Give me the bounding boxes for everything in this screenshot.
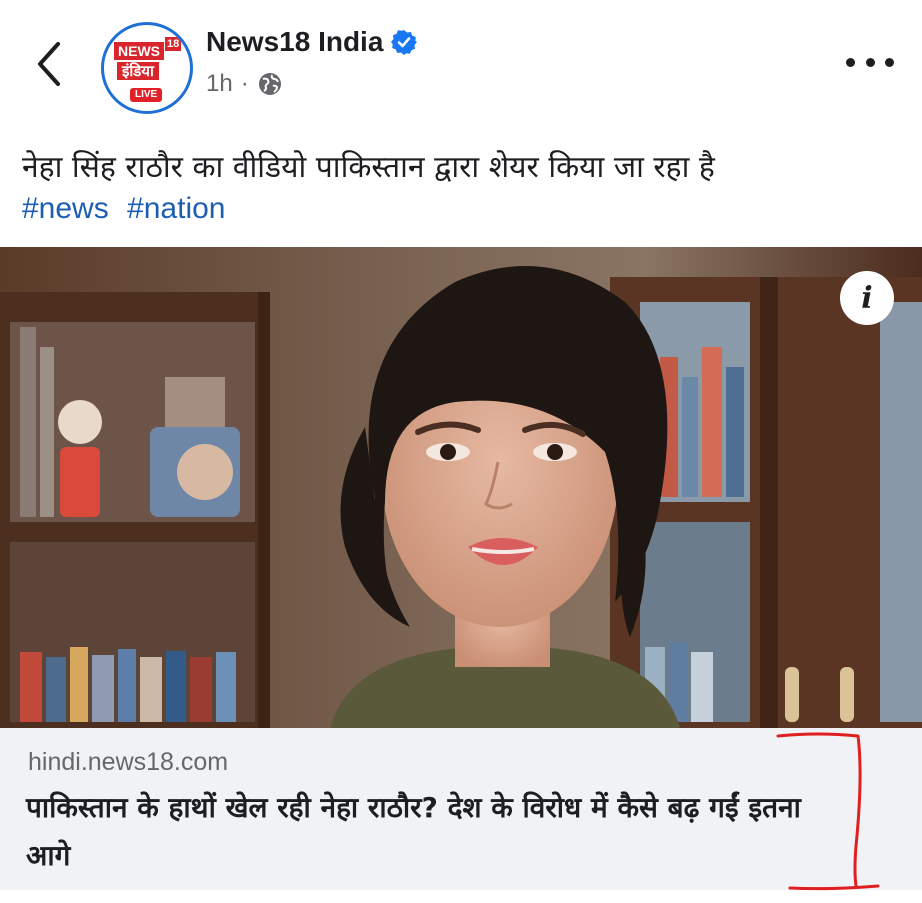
link-title: पाकिस्तान के हाथों खेल रही नेहा राठौर? द… [26,791,801,872]
page-name[interactable]: News18 India [206,26,383,58]
live-badge: LIVE [130,88,163,102]
more-dot [885,57,894,67]
hashtags: #news #nation [22,192,236,226]
post-meta: 1h · [206,70,283,98]
logo-hindi-text: इंडिया [117,62,159,80]
more-dots-icon [846,57,855,67]
link-domain: hindi.news18.com [28,748,229,776]
logo-news-text: NEWS [114,42,164,60]
hashtag-news[interactable]: #news [22,192,109,225]
post-caption: नेहा सिंह राठौर का वीडियो पाकिस्तान द्वा… [22,150,715,185]
timestamp[interactable]: 1h [206,70,233,98]
globe-icon [258,73,281,95]
meta-separator: · [240,70,249,97]
post-video-thumbnail[interactable] [0,247,922,728]
chevron-left-icon [38,42,60,86]
verified-badge-icon [391,30,418,55]
video-frame-illustration [0,247,922,728]
page-name-row: News18 India [206,26,418,58]
more-options-button[interactable] [846,47,894,77]
hashtag-nation[interactable]: #nation [127,192,225,225]
info-icon[interactable]: i [840,271,894,325]
back-button[interactable] [28,38,72,90]
logo-number-text: 18 [165,37,182,51]
link-preview-card[interactable]: hindi.news18.com पाकिस्तान के हाथों खेल … [0,728,922,890]
more-dot [865,57,875,67]
page-avatar[interactable]: NEWS 18 इंडिया LIVE [101,22,193,114]
